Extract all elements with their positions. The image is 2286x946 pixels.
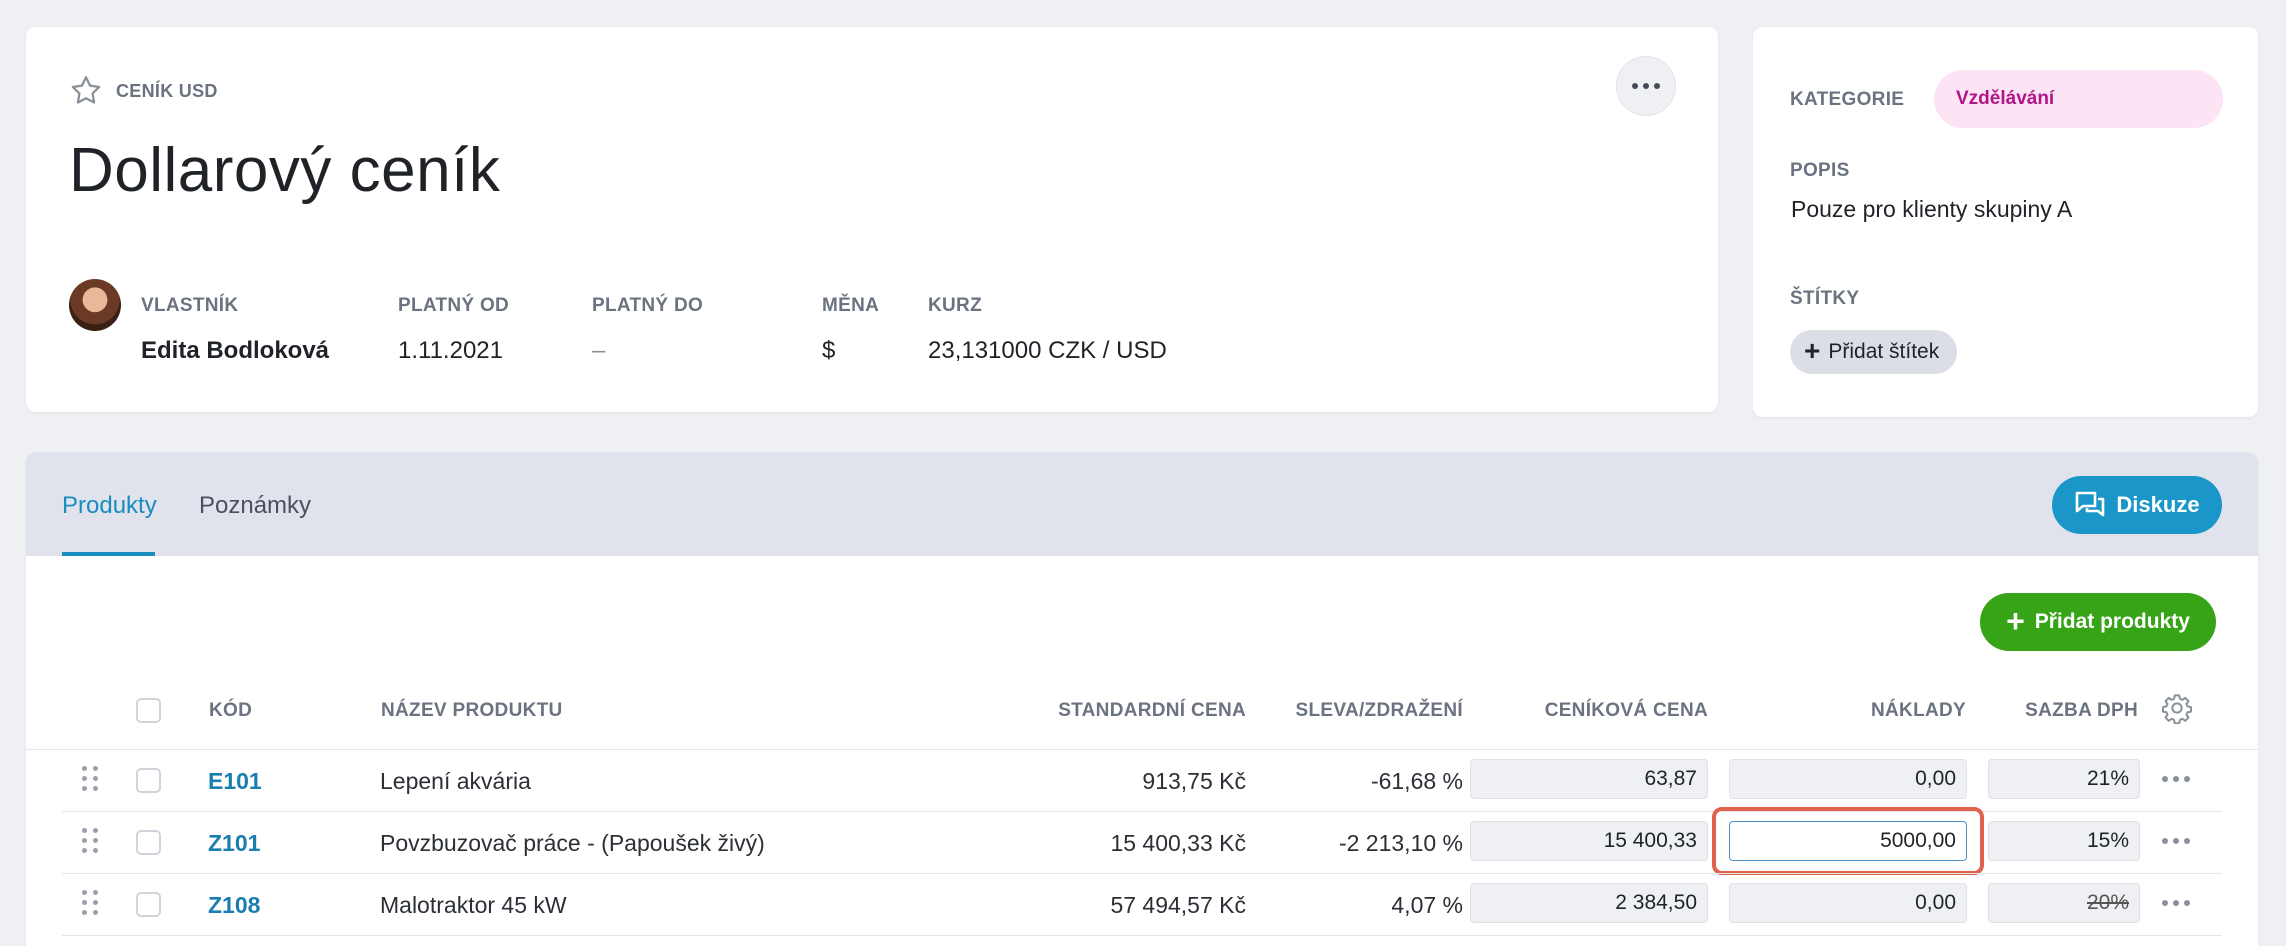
valid-to-label: PLATNÝ DO	[592, 295, 704, 316]
discount-value: -2 213,10 %	[1338, 830, 1463, 856]
rate-value: 23,131000 CZK / USD	[928, 337, 1167, 364]
currency-label: MĚNA	[822, 295, 880, 316]
discussion-label: Diskuze	[2116, 492, 2200, 517]
standard-price: 57 494,57 Kč	[1110, 892, 1246, 918]
currency-meta: MĚNA $	[822, 295, 879, 365]
list-price-input[interactable]: 63,87	[1470, 759, 1708, 799]
table-row: Z108 Malotraktor 45 kW 57 494,57 Kč 4,07…	[26, 874, 2258, 936]
dot-icon	[1643, 83, 1649, 89]
row-more-icon[interactable]	[2162, 838, 2190, 844]
col-standard-price[interactable]: STANDARDNÍ CENA	[1058, 700, 1246, 722]
description-label: POPIS	[1790, 160, 1850, 181]
add-tag-button[interactable]: + Přidat štítek	[1790, 330, 1958, 374]
plus-icon: +	[1804, 334, 1821, 366]
costs-input[interactable]: 0,00	[1729, 883, 1967, 923]
description-value[interactable]: Pouze pro klienty skupiny A	[1791, 196, 2072, 223]
dot-icon	[1632, 83, 1638, 89]
owner-meta: VLASTNÍK Edita Bodloková	[141, 295, 329, 365]
vat-select[interactable]: 21%	[1988, 759, 2140, 799]
table-row: Z101 Povzbuzovač práce - (Papoušek živý)…	[26, 807, 2258, 875]
valid-from-meta: PLATNÝ OD 1.11.2021	[398, 295, 509, 365]
valid-to-meta: PLATNÝ DO –	[592, 295, 703, 365]
tags-label: ŠTÍTKY	[1790, 288, 1860, 309]
discount-value: 4,07 %	[1391, 892, 1463, 918]
active-tab-indicator	[62, 552, 155, 556]
row-divider	[62, 935, 2222, 936]
tab-bar: Produkty Poznámky Diskuze	[26, 452, 2258, 556]
tab-notes[interactable]: Poznámky	[199, 492, 311, 520]
overline: CENÍK USD	[68, 73, 218, 109]
vat-select[interactable]: 15%	[1988, 821, 2140, 861]
vat-select[interactable]: 20%	[1988, 883, 2140, 923]
product-name: Povzbuzovač práce - (Papoušek živý)	[380, 830, 765, 856]
products-panel: Produkty Poznámky Diskuze + Přidat produ…	[26, 452, 2258, 946]
category-label: KATEGORIE	[1790, 89, 1905, 110]
pricelist-side-card: KATEGORIE Vzdělávání POPIS Pouze pro kli…	[1753, 27, 2258, 417]
col-code[interactable]: KÓD	[209, 700, 252, 722]
discussion-button[interactable]: Diskuze	[2052, 476, 2222, 534]
avatar	[69, 279, 121, 331]
discount-value: -61,68 %	[1370, 768, 1463, 794]
owner-label: VLASTNÍK	[141, 295, 239, 316]
row-checkbox[interactable]	[136, 830, 161, 855]
tab-products[interactable]: Produkty	[62, 492, 157, 520]
valid-to-value: –	[592, 337, 606, 364]
drag-handle-icon[interactable]	[82, 890, 98, 915]
rate-label: KURZ	[928, 295, 982, 316]
star-icon[interactable]	[68, 73, 104, 109]
costs-input[interactable]: 0,00	[1729, 759, 1967, 799]
col-list-price[interactable]: CENÍKOVÁ CENA	[1545, 700, 1708, 722]
product-code-link[interactable]: Z101	[208, 830, 260, 857]
row-more-icon[interactable]	[2162, 900, 2190, 906]
select-all-checkbox[interactable]	[136, 698, 161, 723]
pricelist-header-card: CENÍK USD Dollarový ceník VLASTNÍK Edita…	[26, 27, 1718, 412]
col-costs[interactable]: NÁKLADY	[1871, 700, 1966, 722]
add-products-button[interactable]: + Přidat produkty	[1980, 593, 2216, 651]
col-vat[interactable]: SAZBA DPH	[2025, 700, 2138, 722]
row-checkbox[interactable]	[136, 768, 161, 793]
row-more-icon[interactable]	[2162, 776, 2190, 782]
add-products-label: Přidat produkty	[2034, 610, 2190, 633]
category-badge[interactable]: Vzdělávání	[1934, 70, 2223, 128]
standard-price: 15 400,33 Kč	[1110, 830, 1246, 856]
valid-from-value: 1.11.2021	[398, 337, 503, 364]
product-code-link[interactable]: Z108	[208, 892, 260, 919]
product-code-link[interactable]: E101	[208, 768, 262, 795]
dot-icon	[1654, 83, 1660, 89]
col-name[interactable]: NÁZEV PRODUKTU	[381, 700, 563, 722]
rate-meta: KURZ 23,131000 CZK / USD	[928, 295, 1167, 365]
plus-icon: +	[2006, 602, 2025, 639]
table-row: E101 Lepení akvária 913,75 Kč -61,68 % 6…	[26, 750, 2258, 812]
standard-price: 913,75 Kč	[1142, 768, 1246, 794]
add-tag-label: Přidat štítek	[1828, 340, 1940, 363]
overline-label: CENÍK USD	[116, 80, 218, 101]
row-checkbox[interactable]	[136, 892, 161, 917]
valid-from-label: PLATNÝ OD	[398, 295, 510, 316]
costs-input-editing[interactable]: 5000,00	[1729, 821, 1967, 861]
page-title: Dollarový ceník	[69, 136, 501, 205]
drag-handle-icon[interactable]	[82, 766, 98, 791]
more-options-button[interactable]	[1616, 56, 1676, 116]
drag-handle-icon[interactable]	[82, 828, 98, 853]
col-discount[interactable]: SLEVA/ZDRAŽENÍ	[1296, 700, 1463, 722]
gear-icon[interactable]	[2161, 692, 2193, 729]
currency-value: $	[822, 337, 836, 364]
chat-icon	[2076, 491, 2105, 517]
product-name: Malotraktor 45 kW	[380, 892, 567, 918]
owner-value[interactable]: Edita Bodloková	[141, 337, 329, 365]
list-price-input[interactable]: 2 384,50	[1470, 883, 1708, 923]
product-name: Lepení akvária	[380, 768, 531, 794]
list-price-input[interactable]: 15 400,33	[1470, 821, 1708, 861]
